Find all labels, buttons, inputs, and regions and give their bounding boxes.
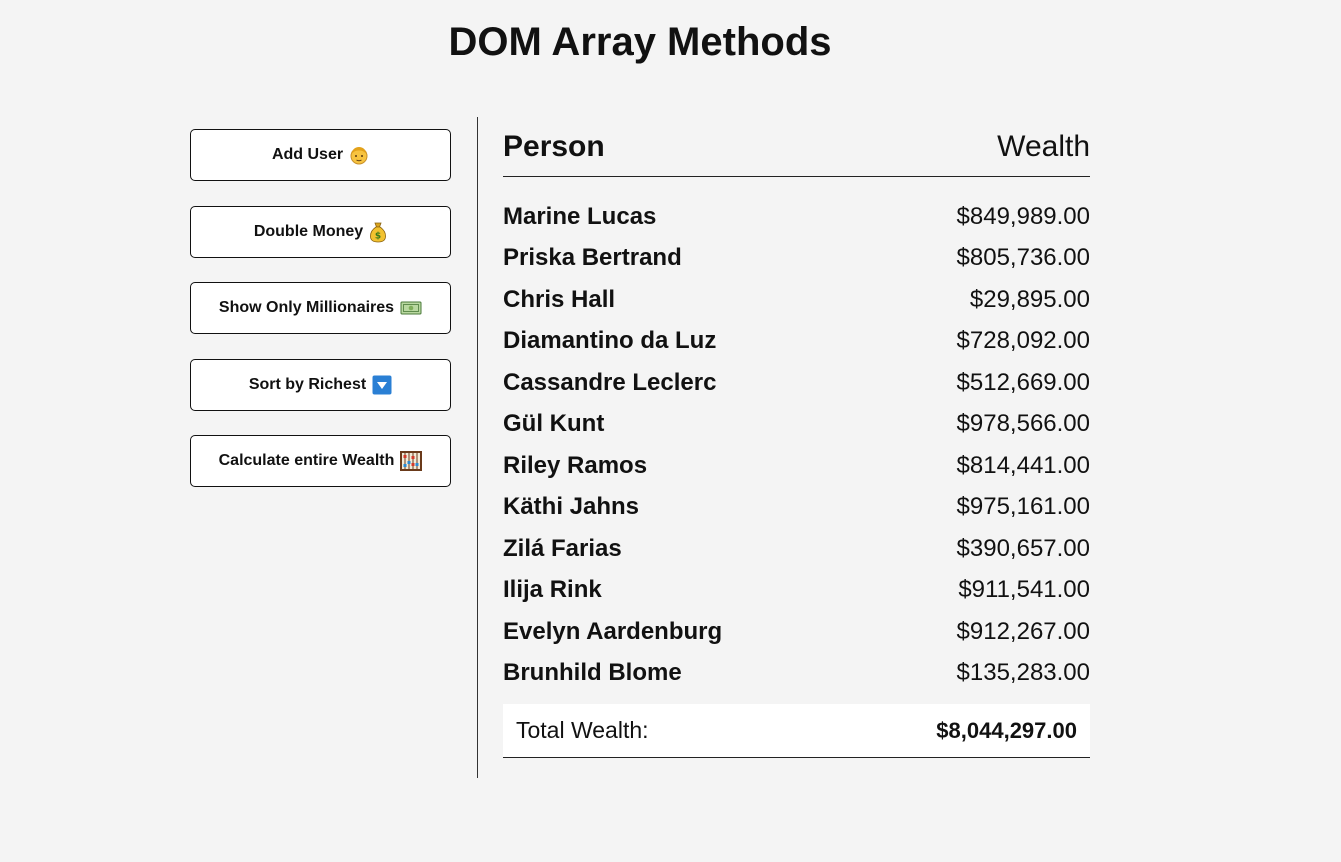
- banknote-icon: [400, 300, 422, 316]
- sort-richest-button[interactable]: Sort by Richest: [190, 358, 451, 411]
- abacus-icon: [400, 451, 423, 471]
- person-wealth: $849,989.00: [956, 202, 1090, 230]
- person-name: Diamantino da Luz: [503, 327, 717, 355]
- person-wealth: $805,736.00: [956, 244, 1090, 272]
- total-wealth-value: $8,044,297.00: [936, 717, 1077, 743]
- total-wealth-label: Total Wealth:: [516, 717, 649, 743]
- svg-text:$: $: [375, 231, 381, 241]
- person-row: Cassandre Leclerc $512,669.00: [503, 362, 1090, 404]
- double-money-button[interactable]: Double Money $: [190, 205, 451, 258]
- add-user-button[interactable]: Add User: [190, 129, 451, 181]
- show-millionaires-button[interactable]: Show Only Millionaires: [190, 282, 451, 334]
- down-arrow-icon: [372, 375, 392, 395]
- person-wealth: $390,657.00: [956, 534, 1090, 562]
- person-row: Gül Kunt $978,566.00: [503, 404, 1090, 446]
- calculate-wealth-label: Calculate entire Wealth: [218, 452, 395, 469]
- person-row: Diamantino da Luz $728,092.00: [503, 321, 1090, 363]
- person-name: Chris Hall: [503, 285, 616, 313]
- person-list: Marine Lucas $849,989.00 Priska Bertrand…: [503, 196, 1090, 694]
- person-row: Riley Ramos $814,441.00: [503, 445, 1090, 487]
- person-name: Cassandre Leclerc: [503, 368, 717, 396]
- wealth-table: Person Wealth Marine Lucas $849,989.00 P…: [503, 118, 1090, 758]
- person-row: Evelyn Aardenburg $912,267.00: [503, 611, 1090, 653]
- person-wealth: $912,267.00: [956, 617, 1090, 645]
- person-name: Brunhild Blome: [503, 659, 682, 687]
- person-wealth: $135,283.00: [956, 659, 1090, 687]
- calculate-wealth-button[interactable]: Calculate entire Wealth: [190, 435, 451, 487]
- person-row: Chris Hall $29,895.00: [503, 279, 1090, 321]
- person-name: Marine Lucas: [503, 202, 657, 230]
- person-row: Priska Bertrand $805,736.00: [503, 238, 1090, 280]
- person-row: Käthi Jahns $975,161.00: [503, 487, 1090, 529]
- person-name: Zilá Farias: [503, 534, 622, 562]
- person-column-header: Person: [503, 130, 605, 163]
- wealth-column-header: Wealth: [997, 130, 1090, 163]
- sort-richest-label: Sort by Richest: [248, 375, 367, 393]
- page-title: DOM Array Methods: [448, 20, 832, 64]
- person-wealth: $975,161.00: [956, 493, 1090, 521]
- person-name: Priska Bertrand: [503, 244, 682, 272]
- person-wealth: $728,092.00: [956, 327, 1090, 355]
- man-face-icon: [349, 145, 369, 165]
- person-name: Ilija Rink: [503, 576, 602, 604]
- table-header: Person Wealth: [503, 118, 1090, 177]
- person-row: Marine Lucas $849,989.00: [503, 196, 1090, 238]
- person-wealth: $512,669.00: [956, 368, 1090, 396]
- money-bag-icon: $: [369, 221, 387, 243]
- person-name: Gül Kunt: [503, 410, 605, 438]
- double-money-label: Double Money: [253, 222, 364, 240]
- total-wealth-panel: Total Wealth: $8,044,297.00: [503, 704, 1090, 758]
- vertical-divider: [477, 117, 478, 778]
- person-row: Zilá Farias $390,657.00: [503, 528, 1090, 570]
- person-row: Brunhild Blome $135,283.00: [503, 653, 1090, 695]
- person-wealth: $29,895.00: [969, 285, 1090, 313]
- person-wealth: $978,566.00: [956, 410, 1090, 438]
- person-name: Käthi Jahns: [503, 493, 640, 521]
- person-row: Ilija Rink $911,541.00: [503, 570, 1090, 612]
- person-name: Riley Ramos: [503, 451, 648, 479]
- add-user-label: Add User: [271, 146, 344, 163]
- person-name: Evelyn Aardenburg: [503, 617, 723, 645]
- sidebar-actions: Add User Double Money $ Show Only Millio…: [190, 129, 451, 512]
- show-millionaires-label: Show Only Millionaires: [218, 299, 395, 316]
- person-wealth: $814,441.00: [956, 451, 1090, 479]
- person-wealth: $911,541.00: [958, 576, 1090, 604]
